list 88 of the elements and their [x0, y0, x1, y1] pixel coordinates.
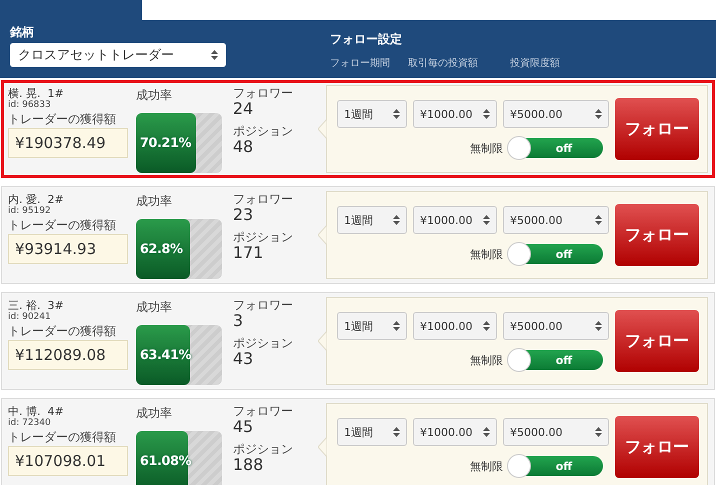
followers-count: 45	[232, 419, 254, 435]
updown-caret-icon	[392, 427, 400, 437]
dropdown[interactable]: ¥5000.00	[502, 418, 609, 446]
followers-label: フォロワー	[232, 297, 294, 313]
earnings-label: トレーダーの獲得額	[8, 217, 117, 233]
followers-count: 3	[232, 313, 244, 329]
trader-id: id: 96833	[8, 100, 52, 111]
dropdown[interactable]: ¥1000.00	[412, 100, 497, 128]
unlimited-label: 無制限	[470, 458, 503, 474]
tab[interactable]	[0, 0, 142, 20]
follow-button[interactable]: フォロー	[614, 416, 699, 478]
earnings-amount: ¥112089.08	[8, 340, 128, 370]
dropdown[interactable]: ¥5000.00	[502, 312, 609, 340]
dropdown[interactable]: 1週間	[336, 206, 407, 234]
positions-label: ポジション	[232, 229, 294, 245]
unlimited-toggle[interactable]: off	[508, 456, 603, 476]
earnings-label: トレーダーの獲得額	[8, 111, 117, 127]
updown-caret-icon	[594, 321, 602, 331]
unlimited-label: 無制限	[470, 246, 503, 262]
trader-name: 内. 愛. 2#	[8, 193, 65, 206]
updown-caret-icon	[392, 321, 400, 331]
followers-label: フォロワー	[232, 191, 294, 207]
positions-label: ポジション	[232, 441, 294, 457]
updown-caret-icon	[392, 109, 400, 119]
unlimited-label: 無制限	[470, 352, 503, 368]
panel-pointer	[318, 225, 327, 245]
column-label: 投資限度額	[510, 56, 561, 70]
positions-count: 188	[232, 457, 264, 473]
dropdown[interactable]: 1週間	[336, 418, 407, 446]
updown-caret-icon	[594, 427, 602, 437]
rate-label: 成功率	[136, 193, 173, 209]
unlimited-label: 無制限	[470, 140, 503, 156]
updown-caret-icon	[482, 215, 490, 225]
column-label: フォロー期間	[330, 56, 391, 70]
rate-value: 62.8%	[140, 242, 182, 257]
positions-count: 171	[232, 245, 264, 261]
earnings-label: トレーダーの獲得額	[8, 429, 117, 445]
trader-id: id: 95192	[8, 206, 52, 217]
follow-button[interactable]: フォロー	[614, 310, 699, 372]
trader-name: 中. 博. 4#	[8, 405, 65, 418]
followers-label: フォロワー	[232, 403, 294, 419]
panel-pointer	[318, 437, 327, 457]
updown-caret-icon	[392, 215, 400, 225]
follow-button[interactable]: フォロー	[614, 98, 699, 160]
positions-count: 48	[232, 139, 254, 155]
earnings-label: トレーダーの獲得額	[8, 323, 117, 339]
symbol-select[interactable]: クロスアセットトレーダー	[10, 43, 226, 67]
unlimited-toggle[interactable]: off	[508, 244, 603, 264]
earnings-amount: ¥190378.49	[8, 128, 128, 158]
column-label: 取引毎の投資額	[408, 56, 479, 70]
updown-caret-icon	[211, 50, 218, 60]
dropdown[interactable]: ¥5000.00	[502, 206, 609, 234]
trader-card[interactable]: 内. 愛. 2# id: 95192 トレーダーの獲得額 ¥93914.93 成功率 62.8% フォロワー 23 ポジション 171 1週間 ¥1000.00 ¥5000.00 無制限 off フォロー	[1, 186, 715, 284]
rate-label: 成功率	[136, 87, 173, 103]
followers-count: 23	[232, 207, 254, 223]
positions-count: 43	[232, 351, 254, 367]
unlimited-toggle[interactable]: off	[508, 138, 603, 158]
followers-count: 24	[232, 101, 254, 117]
settings-title: フォロー設定	[330, 31, 403, 48]
positions-label: ポジション	[232, 123, 294, 139]
dropdown[interactable]: ¥1000.00	[412, 418, 497, 446]
trader-id: id: 72340	[8, 418, 52, 429]
panel-pointer	[318, 331, 327, 351]
positions-label: ポジション	[232, 335, 294, 351]
dropdown[interactable]: ¥5000.00	[502, 100, 609, 128]
follow-button[interactable]: フォロー	[614, 204, 699, 266]
updown-caret-icon	[482, 321, 490, 331]
rate-label: 成功率	[136, 299, 173, 315]
trader-card[interactable]: 横. 晃. 1# id: 96833 トレーダーの獲得額 ¥190378.49 成功率 70.21% フォロワー 24 ポジション 48 1週間 ¥1000.00 ¥5000.00 無制限 off フォロー	[1, 80, 715, 178]
symbol-label: 銘柄	[10, 24, 35, 40]
trader-id: id: 90241	[8, 312, 52, 323]
dropdown[interactable]: 1週間	[336, 312, 407, 340]
updown-caret-icon	[482, 109, 490, 119]
trader-name: 三. 裕. 3#	[8, 299, 65, 312]
followers-label: フォロワー	[232, 85, 294, 101]
trader-name: 横. 晃. 1#	[8, 87, 65, 100]
dropdown[interactable]: 1週間	[336, 100, 407, 128]
rate-label: 成功率	[136, 405, 173, 421]
updown-caret-icon	[594, 215, 602, 225]
updown-caret-icon	[594, 109, 602, 119]
panel-pointer	[318, 119, 327, 139]
earnings-amount: ¥107098.01	[8, 446, 128, 476]
rate-value: 70.21%	[140, 136, 192, 151]
updown-caret-icon	[482, 427, 490, 437]
earnings-amount: ¥93914.93	[8, 234, 128, 264]
unlimited-toggle[interactable]: off	[508, 350, 603, 370]
dropdown[interactable]: ¥1000.00	[412, 206, 497, 234]
dropdown[interactable]: ¥1000.00	[412, 312, 497, 340]
